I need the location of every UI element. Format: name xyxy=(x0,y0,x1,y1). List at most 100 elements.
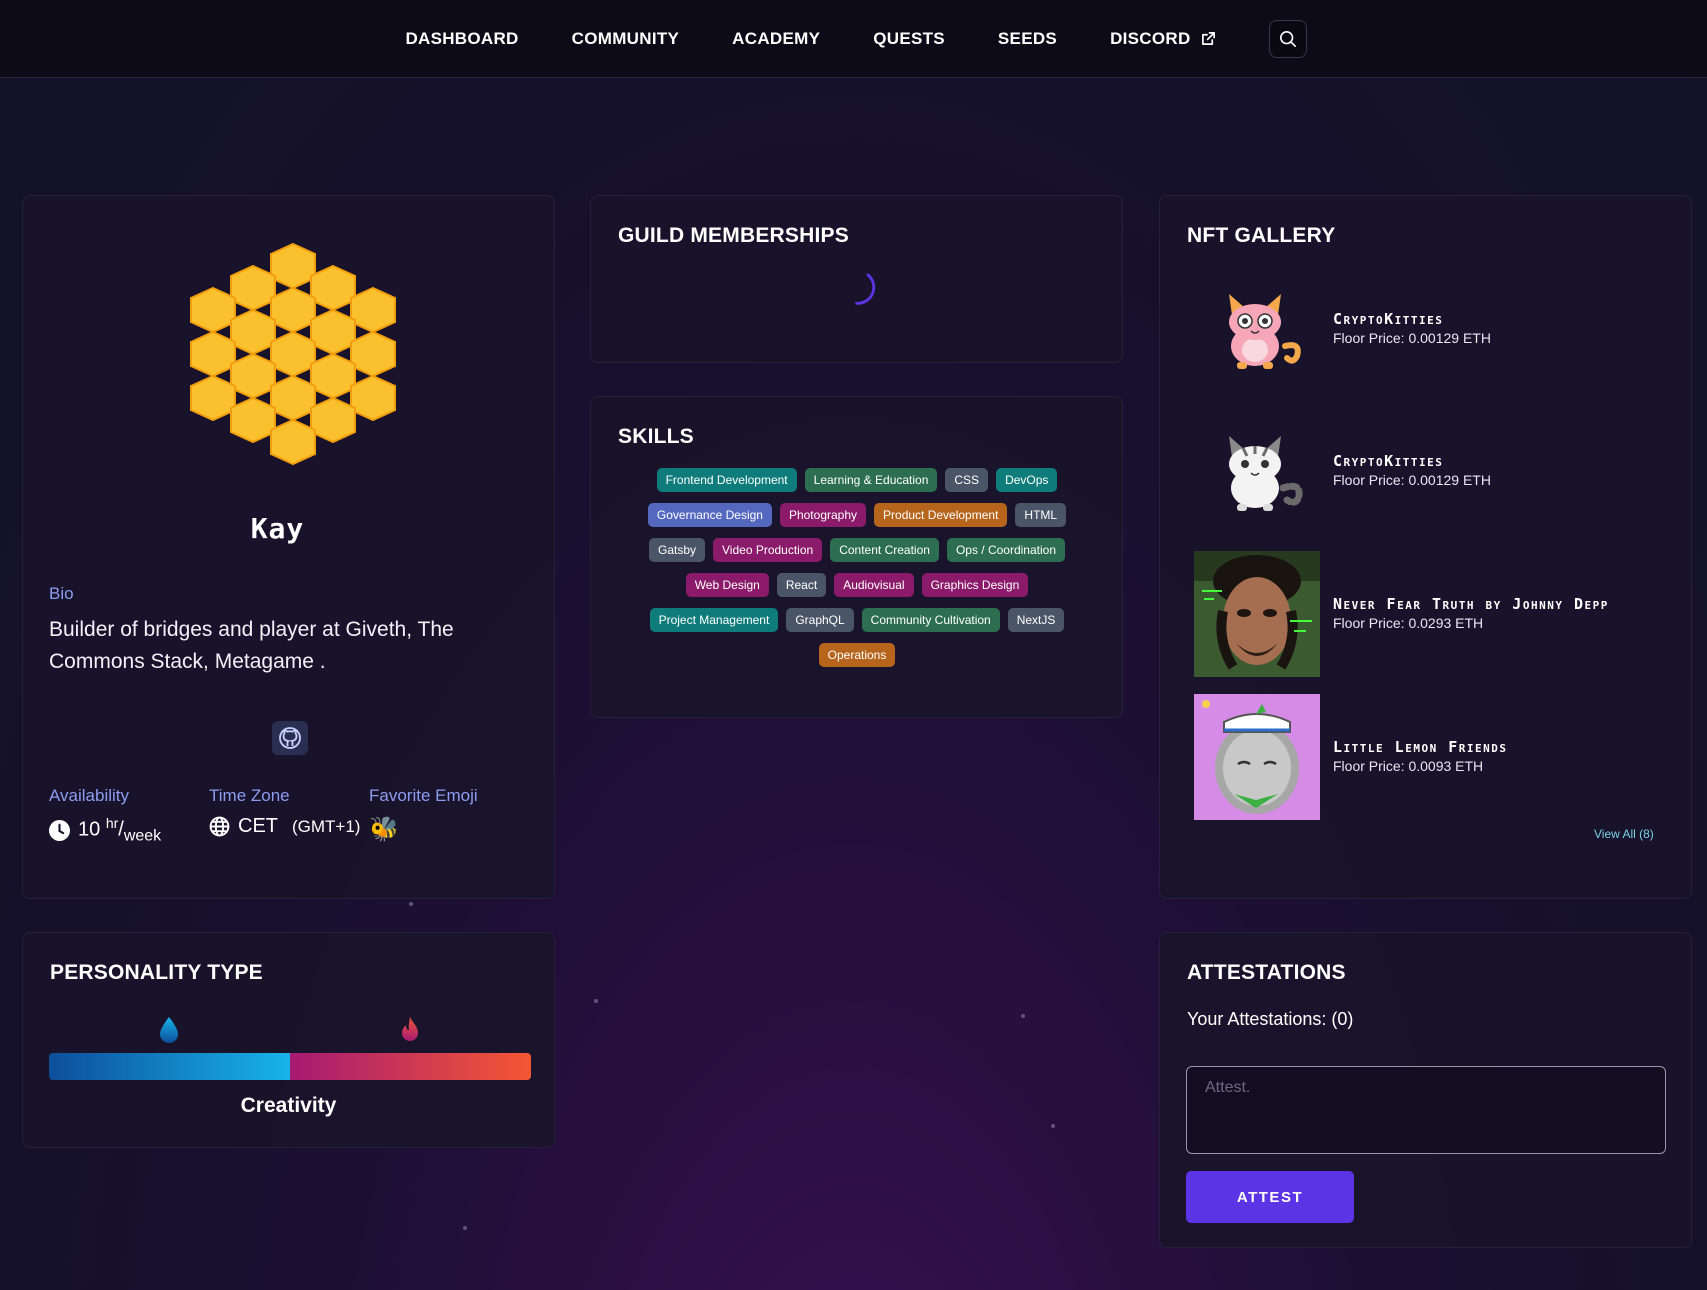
nft-item-title: Never Fear Truth by Johnny Depp xyxy=(1333,595,1609,613)
attest-button[interactable]: ATTEST xyxy=(1186,1171,1354,1223)
nav-community[interactable]: COMMUNITY xyxy=(572,29,680,49)
skill-tag: CSS xyxy=(945,468,989,492)
skill-tag: DevOps xyxy=(996,468,1058,492)
loading-spinner xyxy=(855,273,876,305)
nft-image xyxy=(1194,408,1320,534)
view-all-nfts-link[interactable]: View All (8) xyxy=(1594,827,1654,841)
lemon-character-image xyxy=(1194,694,1320,820)
nft-image xyxy=(1194,266,1320,392)
nav-discord[interactable]: DISCORD xyxy=(1110,29,1216,49)
nft-item-price: Floor Price: 0.00129 ETH xyxy=(1333,330,1491,346)
nft-item-price: Floor Price: 0.0293 ETH xyxy=(1333,615,1484,631)
search-button[interactable] xyxy=(1268,19,1307,58)
personality-type-label: Creativity xyxy=(240,1094,337,1117)
background-star xyxy=(594,999,598,1003)
nft-item[interactable]: Never Fear Truth by Johnny Depp Floor Pr… xyxy=(1194,551,1633,677)
skills-title: SKILLS xyxy=(618,425,694,448)
personality-bar-left xyxy=(49,1053,290,1080)
honeycomb-avatar xyxy=(190,242,396,466)
nft-item-title: CryptoKitties xyxy=(1333,310,1444,328)
skill-tag: Learning & Education xyxy=(804,468,938,492)
emoji-value-group: 🐝 xyxy=(369,815,399,844)
nav-discord-label: DISCORD xyxy=(1110,28,1191,48)
profile-name: Kay xyxy=(250,512,305,545)
skill-tag: React xyxy=(776,573,827,597)
skill-tag: Web Design xyxy=(685,573,769,597)
background-star xyxy=(463,1226,467,1230)
skill-tag: Project Management xyxy=(649,608,779,632)
skill-tag: NextJS xyxy=(1007,608,1065,632)
availability-label: Availability xyxy=(49,786,130,805)
globe-icon xyxy=(209,816,230,837)
external-link-icon xyxy=(1201,32,1215,45)
nav-seeds[interactable]: SEEDS xyxy=(998,29,1057,49)
github-link[interactable] xyxy=(272,721,308,755)
emoji-label: Favorite Emoji xyxy=(369,786,478,805)
nav-quests[interactable]: QUESTS xyxy=(873,29,945,49)
skill-tag: Graphics Design xyxy=(921,573,1029,597)
skill-tag: Governance Design xyxy=(647,503,772,527)
bio-label: Bio xyxy=(49,584,74,603)
background-star xyxy=(409,902,413,906)
attest-input[interactable] xyxy=(1186,1066,1666,1154)
nft-item-price: Floor Price: 0.00129 ETH xyxy=(1333,472,1491,488)
nav-dashboard-label: DASHBOARD xyxy=(405,28,519,48)
attestations-title: ATTESTATIONS xyxy=(1187,961,1346,984)
clock-icon xyxy=(49,819,70,841)
skill-tag: GraphQL xyxy=(786,608,854,632)
skill-tag: Ops / Coordination xyxy=(946,538,1065,562)
skills-list: Frontend Development Learning & Education… xyxy=(632,468,1082,667)
nav-quests-label: QUESTS xyxy=(873,28,945,48)
bio-text: Builder of bridges and player at Giveth,… xyxy=(49,618,454,673)
nft-item[interactable]: CryptoKitties Floor Price: 0.00129 ETH xyxy=(1194,408,1633,534)
portrait-image xyxy=(1194,551,1320,677)
nft-item[interactable]: CryptoKitties Floor Price: 0.00129 ETH xyxy=(1194,266,1633,392)
nav-academy[interactable]: ACADEMY xyxy=(732,29,820,49)
nav-dashboard[interactable]: DASHBOARD xyxy=(405,29,518,49)
nav-community-label: COMMUNITY xyxy=(571,28,680,48)
skill-tag: Community Cultivation xyxy=(861,608,1000,632)
timezone-label: Time Zone xyxy=(209,786,290,805)
timezone-offset: (GMT+1) xyxy=(292,816,361,836)
cat-icon xyxy=(1229,436,1303,511)
fire-icon xyxy=(402,1016,418,1041)
skill-tag: Photography xyxy=(779,503,867,527)
availability-period: week xyxy=(123,827,162,845)
nav-seeds-label: SEEDS xyxy=(997,28,1058,48)
personality-bar-right xyxy=(290,1053,531,1080)
guild-title: GUILD MEMBERSHIPS xyxy=(618,224,849,247)
water-drop-icon xyxy=(160,1017,178,1043)
attestations-count: Your Attestations: (0) xyxy=(1187,1009,1354,1029)
skill-tag: Frontend Development xyxy=(656,468,797,492)
background-star xyxy=(1021,1014,1025,1018)
personality-bar xyxy=(49,1053,531,1080)
skill-tag: Video Production xyxy=(713,538,823,562)
nft-image xyxy=(1194,551,1320,677)
nft-item[interactable]: Little Lemon Friends Floor Price: 0.0093… xyxy=(1194,694,1633,820)
search-icon xyxy=(1279,30,1296,47)
timezone-value: CET xyxy=(238,815,278,837)
nft-image xyxy=(1194,694,1320,820)
availability-number: 10 xyxy=(78,818,101,841)
top-nav: DASHBOARD COMMUNITY ACADEMY QUESTS SEEDS… xyxy=(0,0,1707,78)
github-icon xyxy=(279,727,301,749)
nft-title: NFT GALLERY xyxy=(1187,224,1336,247)
nft-item-title: CryptoKitties xyxy=(1333,452,1444,470)
nft-item-title: Little Lemon Friends xyxy=(1333,738,1508,756)
timezone-value-group: CET (GMT+1) xyxy=(209,815,360,838)
personality-title: PERSONALITY TYPE xyxy=(50,961,263,984)
nft-item-price: Floor Price: 0.0093 ETH xyxy=(1333,758,1484,774)
skill-tag: Product Development xyxy=(874,503,1008,527)
skill-tag: HTML xyxy=(1015,503,1067,527)
availability-value: 10 hr/week xyxy=(78,815,162,845)
skill-tag: Audiovisual xyxy=(834,573,914,597)
cat-icon xyxy=(1229,294,1301,369)
skill-tag: Content Creation xyxy=(830,538,939,562)
background-star xyxy=(1051,1124,1055,1128)
nav-academy-label: ACADEMY xyxy=(732,28,821,48)
availability-value-group: 10 hr/week xyxy=(49,815,161,846)
skill-tag: Operations xyxy=(818,643,896,667)
favorite-emoji: 🐝 xyxy=(369,816,399,843)
availability-unit: hr xyxy=(105,815,119,831)
skill-tag: Gatsby xyxy=(649,538,706,562)
